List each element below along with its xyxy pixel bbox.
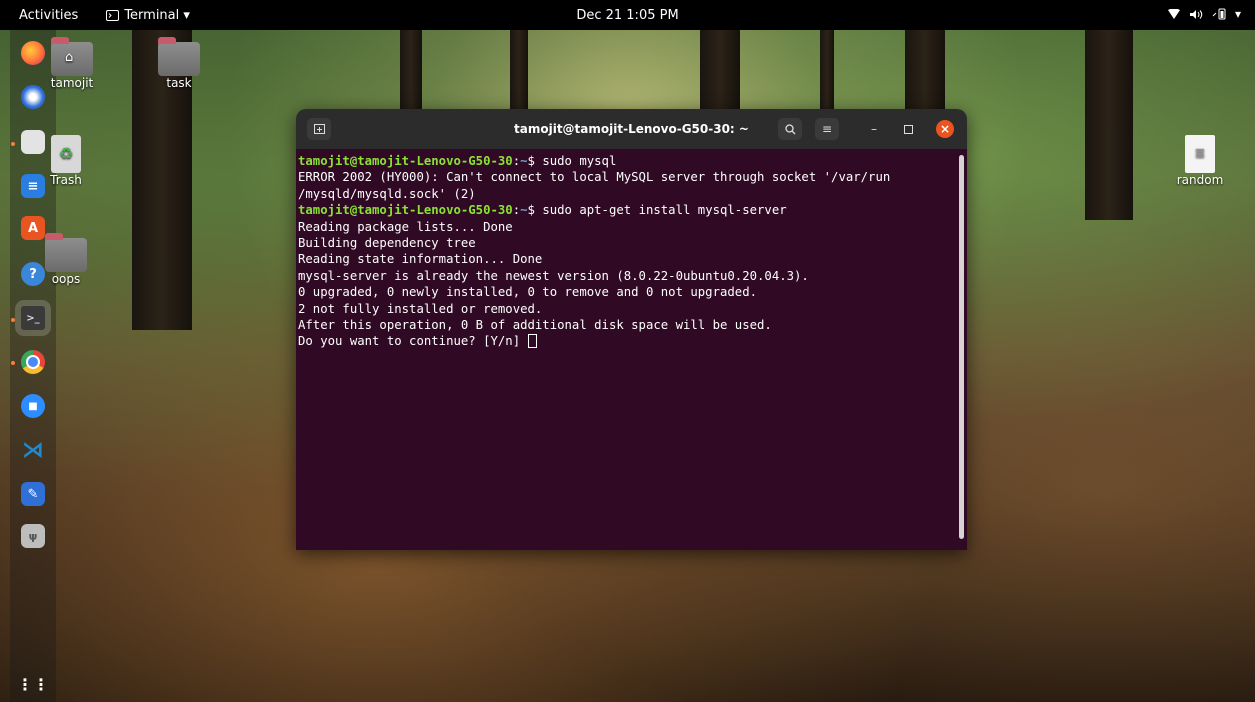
terminal-window[interactable]: tamojit@tamojit-Lenovo-G50-30: ~ ≡ – × t…: [296, 109, 967, 550]
code-icon[interactable]: ⋊: [21, 438, 45, 463]
terminal-line: /mysqld/mysqld.sock' (2): [298, 186, 476, 201]
wallpaper-tree: [1085, 30, 1133, 220]
desktop-icon-task[interactable]: task: [147, 37, 211, 90]
minimize-button[interactable]: –: [865, 120, 883, 138]
terminal-line: tamojit@tamojit-Lenovo-G50-30:~$ sudo my…: [298, 154, 617, 168]
prompt-path: ~: [520, 154, 528, 168]
speaker-icon: [1189, 9, 1203, 19]
desktop-icon-label: tamojit: [50, 76, 94, 90]
grid-icon[interactable]: ⋮⋮: [17, 672, 49, 696]
app-menu-label: Terminal ▾: [124, 7, 190, 23]
desktop-icon-home[interactable]: ⌂ tamojit: [40, 37, 104, 90]
prompt-path: ~: [520, 203, 528, 218]
desktop-icon-label: random: [1176, 173, 1224, 187]
wallpaper-tree: [400, 30, 422, 110]
chrome-icon[interactable]: [21, 350, 45, 374]
terminal-line: Reading package lists... Done: [298, 219, 513, 234]
text-cursor: [527, 334, 537, 349]
desktop-icon-label: Trash: [50, 173, 82, 187]
desktop-icon-label: oops: [51, 272, 81, 286]
maximize-button[interactable]: [899, 120, 917, 138]
desktop-icon-label: task: [166, 76, 192, 90]
battery-icon: [1212, 8, 1226, 20]
prompt-question: Do you want to continue? [Y/n]: [298, 334, 528, 349]
prompt-command: $ sudo mysql: [527, 154, 617, 168]
system-tray[interactable]: ▾: [1167, 7, 1241, 21]
pencil-icon[interactable]: ✎: [21, 482, 45, 506]
desktop-icon-trash[interactable]: ♻ Trash: [34, 135, 98, 187]
usb-icon[interactable]: ψ: [21, 524, 45, 548]
search-button[interactable]: [778, 118, 802, 140]
prompt-user: tamojit@tamojit-Lenovo-G50-30: [298, 154, 513, 168]
store-icon[interactable]: A: [21, 216, 45, 240]
wifi-icon: [1167, 9, 1180, 19]
hamburger-icon: ≡: [821, 122, 833, 136]
wallpaper-tree: [510, 30, 528, 110]
desktop-icon-oops[interactable]: oops: [34, 233, 98, 286]
terminal-line: mysql-server is already the newest versi…: [298, 268, 809, 283]
new-tab-icon: [313, 124, 325, 134]
terminal-titlebar[interactable]: tamojit@tamojit-Lenovo-G50-30: ~ ≡ – ×: [296, 109, 967, 149]
home-folder-icon: ⌂: [51, 37, 93, 76]
wallpaper-tree: [820, 30, 834, 110]
video-icon[interactable]: ■: [21, 394, 45, 418]
top-bar: Activities Terminal ▾ Dec 21 1:05 PM ▾: [0, 0, 1255, 30]
terminal-line: ERROR 2002 (HY000): Can't connect to loc…: [298, 170, 891, 185]
terminal-line: Do you want to continue? [Y/n]: [298, 333, 967, 349]
scrollbar[interactable]: [959, 155, 964, 539]
running-indicator: [11, 142, 15, 146]
activities-button[interactable]: Activities: [0, 8, 89, 23]
app-menu[interactable]: Terminal ▾: [106, 8, 190, 23]
trash-icon: ♻: [51, 135, 81, 173]
search-icon: [784, 123, 795, 134]
close-button[interactable]: ×: [936, 120, 954, 138]
folder-icon: [45, 233, 87, 272]
prompt-command: $ sudo apt-get install mysql-server: [527, 203, 787, 218]
terminal-line: 0 upgraded, 0 newly installed, 0 to remo…: [298, 285, 758, 300]
terminal-line: After this operation, 0 B of additional …: [298, 318, 772, 333]
system-menu-arrow: ▾: [1234, 7, 1241, 21]
folder-icon: [158, 37, 200, 76]
terminal-line: 2 not fully installed or removed.: [298, 301, 543, 316]
wallpaper-tree: [700, 30, 740, 110]
terminal-line: Reading state information... Done: [298, 252, 543, 267]
dock: ≡ A ? >_ ■ ⋊ ✎ ψ ⋮⋮: [10, 30, 56, 702]
prompt-user: tamojit@tamojit-Lenovo-G50-30: [298, 203, 513, 218]
running-indicator: [11, 361, 15, 365]
new-tab-button[interactable]: [307, 118, 331, 140]
terminal-icon[interactable]: >_: [15, 300, 51, 336]
text-file-icon: ≣: [1185, 135, 1215, 173]
menu-button[interactable]: ≡: [815, 118, 839, 140]
desktop-icon-random[interactable]: ≣ random: [1168, 135, 1232, 187]
terminal-body[interactable]: tamojit@tamojit-Lenovo-G50-30:~$ sudo my…: [296, 149, 967, 550]
running-indicator: [11, 318, 15, 322]
terminal-line: Building dependency tree: [298, 236, 476, 251]
terminal-line: tamojit@tamojit-Lenovo-G50-30:~$ sudo ap…: [298, 203, 787, 218]
terminal-icon: [106, 9, 120, 21]
wallpaper-tree: [905, 30, 945, 110]
